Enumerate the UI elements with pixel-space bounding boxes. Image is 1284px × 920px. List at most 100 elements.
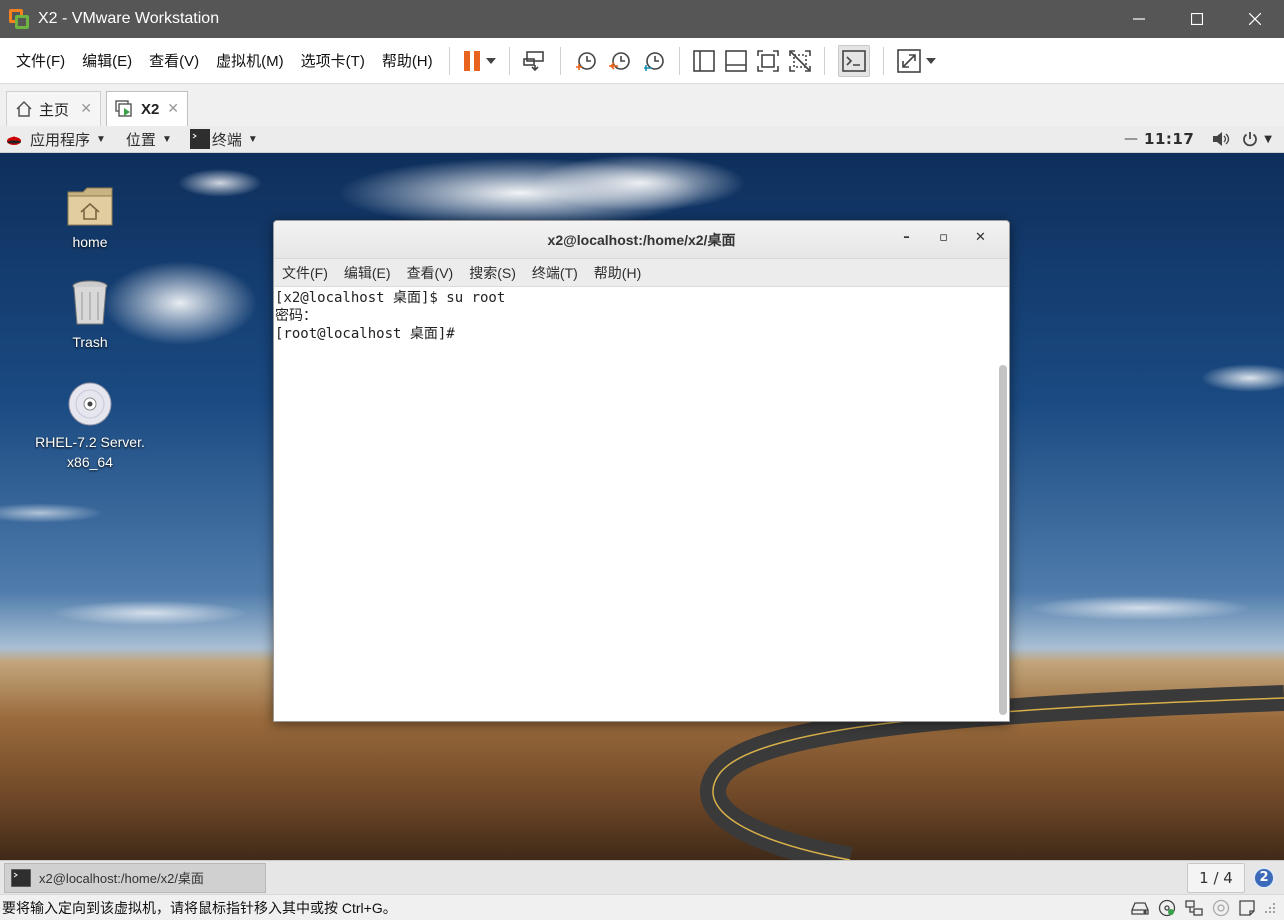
thumbnail-icon (724, 49, 747, 72)
take-snapshot-button[interactable] (574, 45, 598, 77)
cd-dvd-icon[interactable] (1158, 899, 1176, 917)
chevron-down-icon[interactable]: ▼ (1264, 134, 1272, 145)
terminal-line: [root@localhost 桌面]# (275, 326, 455, 342)
send-ctrl-alt-del-button[interactable] (522, 45, 547, 77)
close-icon (1249, 13, 1261, 25)
minimize-button[interactable] (1110, 0, 1168, 38)
terminal-scrollbar[interactable] (999, 291, 1007, 717)
network-adapter-icon[interactable] (1184, 899, 1204, 917)
fullscreen-button[interactable] (756, 45, 779, 77)
vmware-logo-icon (9, 9, 29, 29)
unity-button[interactable] (788, 45, 811, 77)
stretch-icon (896, 48, 921, 73)
terminal-menu-file[interactable]: 文件(F) (274, 263, 336, 283)
guest-screen[interactable]: 应用程序 ▼ 位置 ▼ 终端 ▼ — 11:17 ▼ home Trash RH… (0, 126, 1284, 860)
terminal-label: 终端 (211, 131, 242, 149)
gnome-top-panel: 应用程序 ▼ 位置 ▼ 终端 ▼ — 11:17 ▼ (0, 126, 1284, 153)
pause-button[interactable] (463, 45, 481, 77)
tab-label: 主页 (39, 101, 70, 119)
tab-home[interactable]: 主页 ✕ (6, 91, 101, 126)
tab-x2[interactable]: X2 ✕ (106, 91, 188, 126)
snapshot-icon (575, 51, 596, 70)
desktop-icon-label: home (72, 234, 108, 250)
close-button[interactable] (1226, 0, 1284, 38)
menu-edit[interactable]: 编辑(E) (74, 50, 140, 71)
usb-device-icon[interactable] (1212, 899, 1230, 917)
menu-vm[interactable]: 虚拟机(M) (208, 50, 292, 71)
terminal-window[interactable]: x2@localhost:/home/x2/桌面 – ▫ ✕ 文件(F) 编辑(… (273, 220, 1010, 722)
revert-snapshot-icon (608, 51, 630, 70)
power-icon[interactable] (1242, 131, 1258, 147)
input-method-icon[interactable]: — (1124, 131, 1138, 147)
folder-home-icon (67, 187, 113, 226)
stretch-dropdown-button[interactable] (925, 45, 936, 77)
stretch-guest-button[interactable] (896, 45, 921, 77)
minimize-icon (1133, 18, 1145, 20)
clock[interactable]: 11:17 (1144, 130, 1194, 148)
fullscreen-icon (756, 49, 779, 72)
chevron-down-icon: ▼ (96, 133, 106, 145)
snapshot-manager-button[interactable] (642, 45, 666, 77)
send-ctrl-alt-del-icon (522, 50, 544, 71)
show-thumbnails-button[interactable] (724, 45, 747, 77)
tab-close-icon[interactable]: ✕ (167, 101, 179, 117)
places-menu[interactable]: 位置 ▼ (126, 129, 172, 150)
window-title: X2 - VMware Workstation (38, 10, 220, 27)
vm-running-icon (115, 100, 132, 117)
workspace-switcher[interactable]: 1 / 4 (1187, 862, 1245, 893)
status-bar: 要将输入定向到该虚拟机，请将鼠标指针移入其中或按 Ctrl+G。 (0, 894, 1284, 920)
chevron-down-icon (485, 57, 496, 64)
console-icon (841, 49, 866, 72)
show-library-button[interactable] (692, 45, 715, 77)
redhat-logo-icon (7, 136, 21, 145)
chevron-down-icon (925, 57, 936, 64)
hard-disk-icon[interactable] (1130, 900, 1150, 916)
maximize-button[interactable] (1168, 0, 1226, 38)
messages-icon[interactable] (1238, 899, 1256, 917)
places-label: 位置 (125, 131, 156, 149)
terminal-icon (189, 129, 210, 149)
unity-icon (788, 49, 811, 72)
terminal-output[interactable]: [x2@localhost 桌面]$ su root 密码： [root@loc… (274, 287, 997, 721)
dvd-disc-icon (68, 382, 112, 426)
power-dropdown-button[interactable] (485, 45, 496, 77)
tab-close-icon[interactable]: ✕ (80, 101, 92, 117)
gnome-window-list: x2@localhost:/home/x2/桌面 1 / 4 2 (0, 860, 1284, 894)
terminal-menu-search[interactable]: 搜索(S) (461, 263, 524, 283)
chevron-down-icon: ▼ (161, 133, 172, 145)
applications-menu[interactable]: 应用程序 ▼ (6, 129, 106, 150)
terminal-menu-terminal[interactable]: 终端(T) (524, 263, 586, 283)
desktop-icon-label: Trash (72, 334, 108, 350)
terminal-app-menu[interactable]: 终端 ▼ (189, 129, 258, 150)
menu-view[interactable]: 查看(V) (141, 50, 207, 71)
terminal-menu-help[interactable]: 帮助(H) (586, 263, 649, 283)
chevron-down-icon: ▼ (247, 133, 258, 145)
revert-snapshot-button[interactable] (608, 45, 632, 77)
desktop-icon-rhel-dvd[interactable]: RHEL-7.2 Server. x86_64 (20, 378, 160, 472)
desktop-icon-label: RHEL-7.2 Server. (35, 434, 145, 450)
tab-bar: 主页 ✕ X2 ✕ (0, 84, 1284, 126)
toolbar-separator (678, 46, 680, 75)
resize-grip-icon[interactable] (1264, 902, 1276, 914)
terminal-titlebar[interactable]: x2@localhost:/home/x2/桌面 – ▫ ✕ (274, 221, 1009, 259)
terminal-minimize-button[interactable]: – (888, 230, 925, 245)
console-view-button[interactable] (837, 44, 870, 77)
trash-icon (72, 280, 108, 325)
scrollbar-thumb[interactable] (999, 365, 1007, 715)
notification-badge[interactable]: 2 (1253, 866, 1275, 889)
library-icon (692, 49, 715, 72)
desktop-icon-trash[interactable]: Trash (20, 278, 160, 352)
terminal-close-button[interactable]: ✕ (962, 230, 999, 245)
terminal-menu-edit[interactable]: 编辑(E) (336, 263, 399, 283)
terminal-line: [x2@localhost 桌面]$ su root (275, 290, 506, 306)
menu-help[interactable]: 帮助(H) (374, 50, 441, 71)
menubar: 文件(F) 编辑(E) 查看(V) 虚拟机(M) 选项卡(T) 帮助(H) (0, 38, 1284, 84)
volume-icon[interactable] (1212, 131, 1230, 147)
tab-label: X2 (141, 100, 160, 118)
menu-tabs[interactable]: 选项卡(T) (293, 50, 373, 71)
terminal-maximize-button[interactable]: ▫ (925, 230, 962, 245)
terminal-menu-view[interactable]: 查看(V) (399, 263, 462, 283)
taskbar-terminal-window[interactable]: x2@localhost:/home/x2/桌面 (4, 862, 266, 893)
menu-file[interactable]: 文件(F) (8, 50, 73, 71)
desktop-icon-home[interactable]: home (20, 178, 160, 252)
